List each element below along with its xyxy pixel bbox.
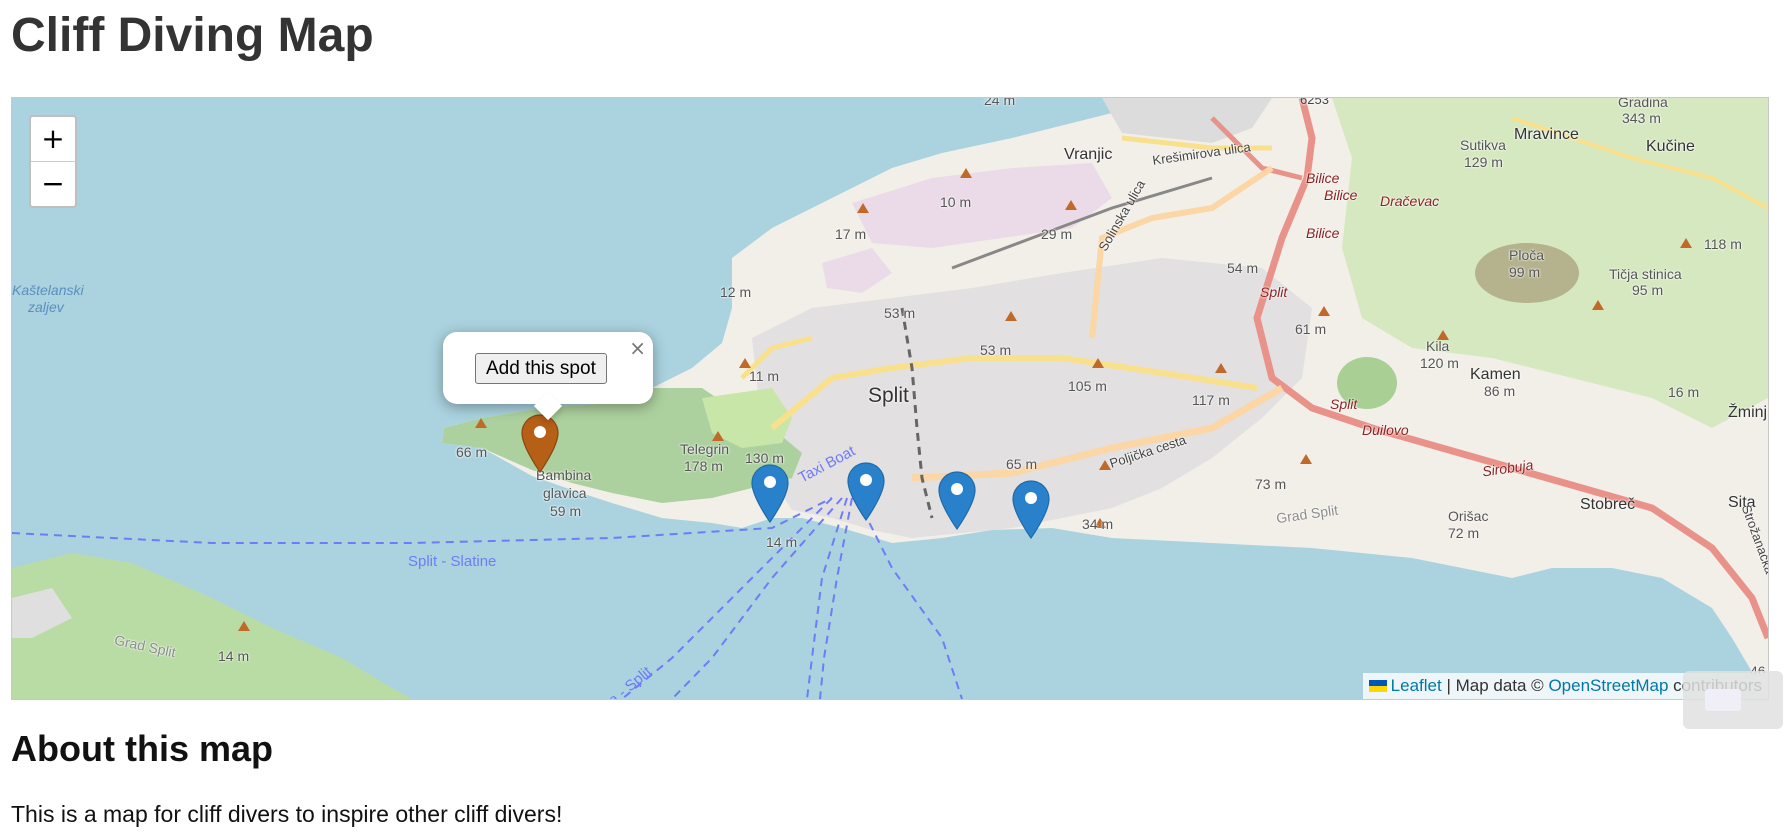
page-title: Cliff Diving Map: [11, 9, 374, 62]
label-orisac-elev: 72 m: [1448, 525, 1480, 541]
dive-spot-marker-icon[interactable]: [847, 462, 885, 522]
label-glavica-elev: 59 m: [550, 503, 582, 519]
label-elev-117: 117 m: [1192, 392, 1230, 408]
label-elev-10: 10 m: [940, 194, 972, 210]
label-vranjic: Vranjic: [1064, 146, 1113, 163]
label-elev-16: 16 m: [1668, 384, 1700, 400]
label-elev-54: 54 m: [1227, 260, 1259, 276]
label-ticja: Tičja stinica: [1609, 266, 1682, 282]
label-kila-elev: 120 m: [1420, 355, 1459, 371]
map-container[interactable]: Split Vranjic Mravince Kučine Kamen Stob…: [11, 97, 1769, 700]
dive-spot-marker-icon[interactable]: [1012, 480, 1050, 540]
label-ticja-elev: 95 m: [1632, 282, 1664, 298]
label-road-dracevac: Dračevac: [1380, 193, 1440, 209]
label-ploca: Ploča: [1509, 247, 1545, 263]
label-elev-61: 61 m: [1295, 321, 1327, 337]
label-elev-53a: 53 m: [884, 305, 916, 321]
label-road-split-2: Split: [1330, 396, 1358, 412]
about-text: This is a map for cliff divers to inspir…: [11, 801, 563, 827]
zoom-in-button[interactable]: +: [31, 117, 75, 161]
label-elev-118: 118 m: [1704, 236, 1742, 252]
label-elev-73: 73 m: [1255, 476, 1287, 492]
label-road-bilice-2: Bilice: [1324, 187, 1358, 203]
ukraine-flag-icon: [1368, 680, 1387, 692]
label-telegrin: Telegrin: [680, 441, 730, 457]
label-elev-14b: 14 m: [218, 648, 250, 664]
label-elev-66: 66 m: [456, 444, 488, 460]
label-kila: Kila: [1426, 338, 1450, 354]
label-kastelanski: Kaštelanski: [12, 282, 84, 298]
floating-widget[interactable]: [1683, 671, 1783, 729]
label-kamen: Kamen: [1470, 366, 1521, 383]
label-sutikva-elev: 129 m: [1464, 154, 1503, 170]
label-gradina: Gradina: [1618, 97, 1668, 110]
add-spot-button[interactable]: Add this spot: [475, 353, 607, 384]
label-kucine: Kučine: [1646, 138, 1695, 155]
label-telegrin-elev: 178 m: [684, 458, 723, 474]
attribution-separator: | Map data ©: [1441, 676, 1549, 695]
label-orisac: Orišac: [1448, 508, 1489, 524]
new-spot-marker-icon[interactable]: [521, 414, 559, 474]
label-zaljev: zaljev: [28, 299, 64, 315]
label-road-duilovo: Duilovo: [1362, 422, 1409, 438]
openstreetmap-link[interactable]: OpenStreetMap: [1548, 676, 1668, 695]
label-elev-14a: 14 m: [766, 534, 798, 550]
popup-close-button[interactable]: ×: [629, 336, 646, 360]
label-elev-34: 34 m: [1082, 516, 1114, 532]
label-road-split-1: Split: [1260, 284, 1288, 300]
label-mravince: Mravince: [1514, 126, 1579, 143]
floating-widget-icon: [1705, 689, 1741, 711]
label-ferry-slatine: Split - Slatine: [408, 553, 497, 570]
label-road-bilice-1: Bilice: [1306, 170, 1340, 186]
label-road-number: 6253: [1300, 97, 1329, 107]
about-heading: About this map: [11, 728, 273, 769]
label-kamen-elev: 86 m: [1484, 383, 1516, 399]
label-elev-53b: 53 m: [980, 342, 1012, 358]
dive-spot-marker-icon[interactable]: [938, 471, 976, 531]
label-elev-65: 65 m: [1006, 456, 1038, 472]
label-elev-12: 12 m: [720, 284, 752, 300]
label-elev-105: 105 m: [1068, 378, 1107, 394]
label-sutikva: Sutikva: [1460, 137, 1506, 153]
leaflet-link[interactable]: Leaflet: [1391, 676, 1442, 695]
label-split: Split: [868, 384, 909, 407]
zoom-control: + −: [29, 115, 77, 208]
label-elev-29: 29 m: [1041, 226, 1073, 242]
label-elev-17: 17 m: [835, 226, 867, 242]
zoom-out-button[interactable]: −: [31, 161, 75, 206]
label-elev-24: 24 m: [984, 97, 1016, 108]
label-glavica: glavica: [543, 485, 587, 501]
add-spot-popup: × Add this spot: [443, 332, 653, 421]
label-ploca-elev: 99 m: [1509, 264, 1541, 280]
label-zminj: Žminj: [1728, 404, 1768, 421]
dive-spot-marker-icon[interactable]: [751, 464, 789, 524]
label-stobrec: Stobreč: [1580, 496, 1636, 513]
label-elev-11: 11 m: [749, 368, 780, 384]
label-road-bilice-3: Bilice: [1306, 225, 1340, 241]
label-gradina-elev: 343 m: [1622, 110, 1661, 126]
